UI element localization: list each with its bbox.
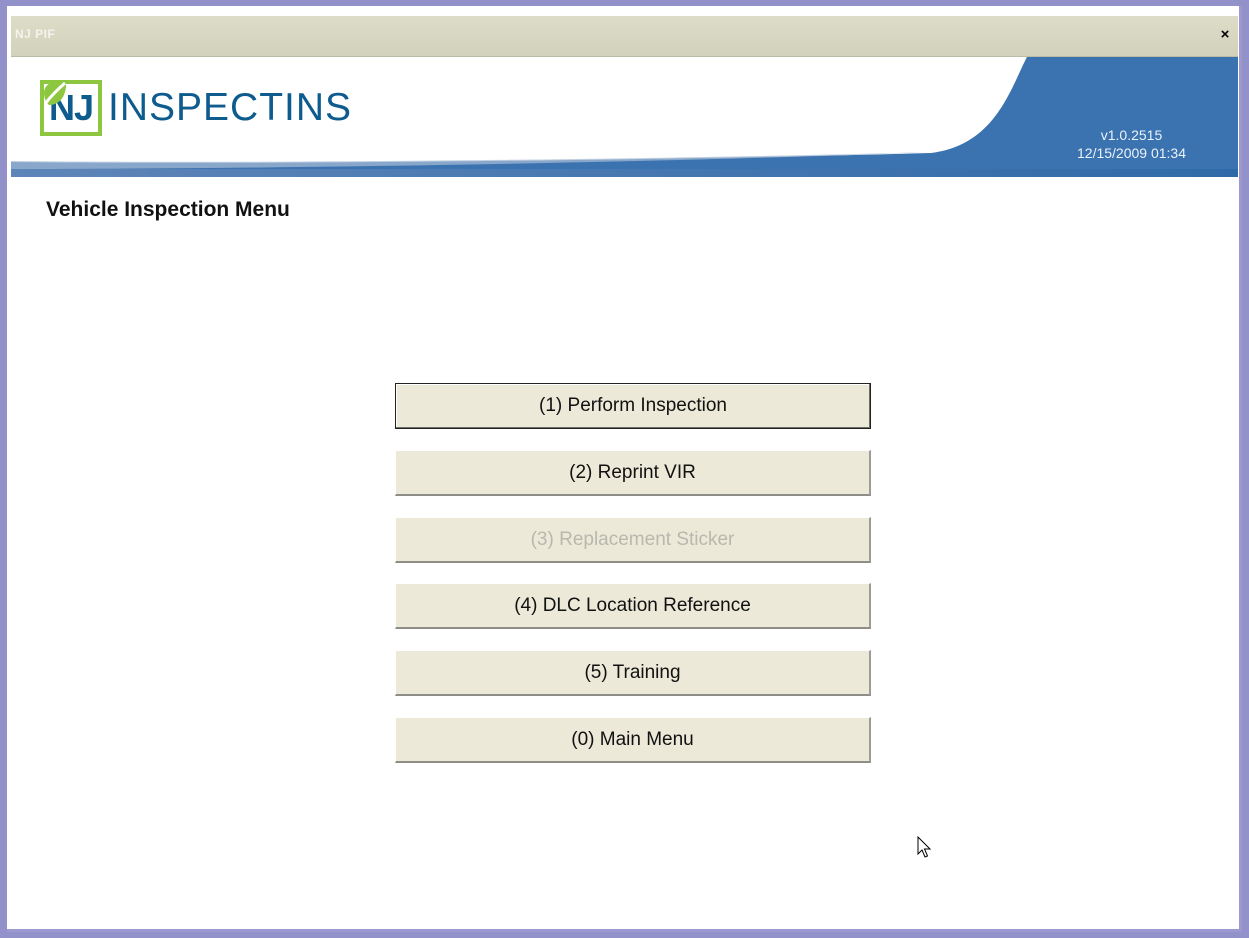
current-datetime: 12/15/2009 01:34 bbox=[1077, 145, 1186, 161]
perform-inspection-button[interactable]: (1) Perform Inspection bbox=[395, 383, 871, 429]
title-bar[interactable]: NJ PIF × bbox=[11, 16, 1238, 57]
main-menu-button[interactable]: (0) Main Menu bbox=[395, 717, 871, 763]
version-number: v1.0.2515 bbox=[1100, 127, 1163, 143]
nj-inspections-logo: NJ INSPECTI NS bbox=[40, 78, 352, 138]
dlc-location-reference-button[interactable]: (4) DLC Location Reference bbox=[395, 583, 871, 629]
replacement-sticker-button: (3) Replacement Sticker bbox=[395, 517, 871, 563]
app-header: NJ INSPECTI NS v1.0.2515 12/15/2009 01:3… bbox=[11, 57, 1238, 177]
logo-word-end: NS bbox=[295, 86, 353, 129]
logo-word-start: INSPECTI bbox=[108, 86, 296, 129]
mouse-pointer-icon bbox=[917, 836, 932, 858]
reprint-vir-button[interactable]: (2) Reprint VIR bbox=[395, 450, 871, 496]
training-button[interactable]: (5) Training bbox=[395, 650, 871, 696]
close-button[interactable]: × bbox=[1217, 27, 1233, 43]
version-info: v1.0.2515 12/15/2009 01:34 bbox=[1077, 126, 1186, 162]
window-title: NJ PIF bbox=[15, 27, 56, 41]
leaf-icon bbox=[43, 80, 67, 105]
logo-wordmark: INSPECTI NS bbox=[43, 80, 353, 130]
page-title: Vehicle Inspection Menu bbox=[46, 198, 290, 221]
